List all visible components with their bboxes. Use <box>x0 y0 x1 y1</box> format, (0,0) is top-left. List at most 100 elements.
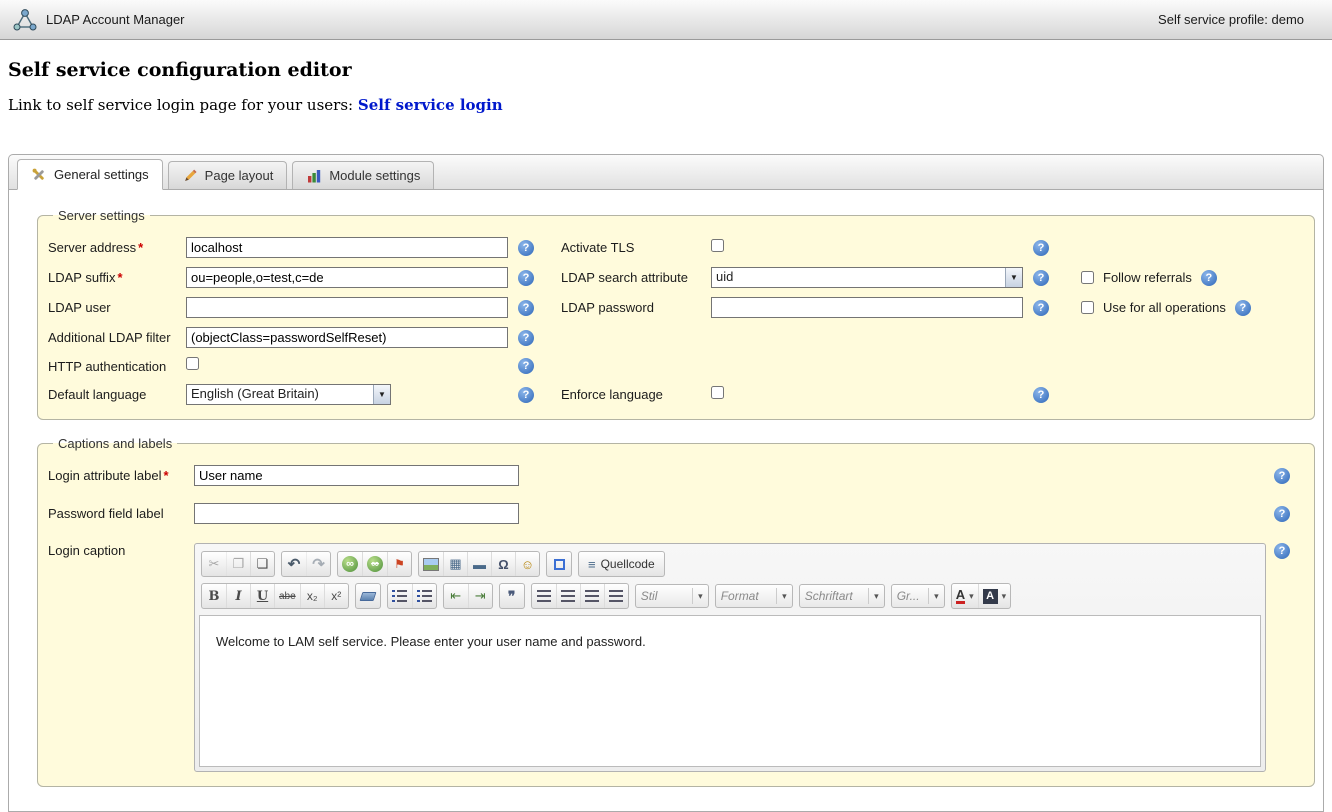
follow-referrals-help-icon[interactable]: ? <box>1201 270 1217 286</box>
text-color-button[interactable]: A▾ <box>952 583 978 609</box>
ldap-password-help-icon[interactable]: ? <box>1033 300 1049 316</box>
enforce-language-label: Enforce language <box>546 387 711 402</box>
special-character-icon[interactable]: Ω <box>491 551 515 577</box>
server-address-help-icon[interactable]: ? <box>518 240 534 256</box>
outdent-icon[interactable]: ⇤ <box>444 583 468 609</box>
insert-group: ▦ ▬ Ω ☺ <box>418 551 540 577</box>
bold-icon[interactable]: B <box>202 583 226 609</box>
chevron-down-icon: ▾ <box>776 588 787 604</box>
ldap-password-input[interactable] <box>711 297 1023 318</box>
follow-referrals-label: Follow referrals <box>1103 270 1192 285</box>
tab-page-layout[interactable]: Page layout <box>168 161 288 189</box>
font-size-select[interactable]: Gr...▾ <box>891 584 945 608</box>
copy-icon[interactable]: ❐ <box>226 551 250 577</box>
ldap-suffix-help-icon[interactable]: ? <box>518 270 534 286</box>
subscript-icon[interactable]: x₂ <box>300 583 324 609</box>
italic-icon[interactable]: I <box>226 583 250 609</box>
list-group <box>387 583 437 609</box>
clipboard-group: ✂ ❐ ❏ <box>201 551 275 577</box>
undo-icon[interactable]: ↶ <box>282 551 306 577</box>
align-right-icon[interactable] <box>580 583 604 609</box>
ldap-user-help-icon[interactable]: ? <box>518 300 534 316</box>
enforce-language-checkbox[interactable] <box>711 386 724 399</box>
image-icon[interactable] <box>419 551 443 577</box>
horizontal-line-icon[interactable]: ▬ <box>467 551 491 577</box>
use-for-all-operations-label: Use for all operations <box>1103 300 1226 315</box>
tools-icon <box>31 167 47 183</box>
blockquote-group: ❞ <box>499 583 525 609</box>
server-address-input[interactable] <box>186 237 508 258</box>
background-color-button[interactable]: A▾ <box>978 583 1011 609</box>
tab-strip: General settings Page layout <box>8 154 1324 189</box>
ldap-search-attribute-help-icon[interactable]: ? <box>1033 270 1049 286</box>
ldap-user-input[interactable] <box>186 297 508 318</box>
unlink-icon[interactable]: ∞ <box>362 551 387 577</box>
superscript-icon[interactable]: x² <box>324 583 348 609</box>
source-code-button[interactable]: ≡ Quellcode <box>579 551 664 577</box>
default-language-select[interactable]: English (Great Britain) ▼ <box>186 384 391 405</box>
align-left-icon[interactable] <box>532 583 556 609</box>
strikethrough-icon[interactable]: abe <box>274 583 300 609</box>
maximize-icon[interactable] <box>547 551 571 577</box>
http-authentication-checkbox[interactable] <box>186 357 199 370</box>
paste-icon[interactable]: ❏ <box>250 551 274 577</box>
underline-icon[interactable]: U <box>250 583 274 609</box>
style-select[interactable]: Stil▾ <box>635 584 709 608</box>
indent-icon[interactable]: ⇥ <box>468 583 492 609</box>
tab-panel-general-settings: Server settings Server address* ? Activa… <box>8 189 1324 812</box>
modules-icon <box>306 168 322 184</box>
format-select[interactable]: Format▾ <box>715 584 793 608</box>
tab-label: Page layout <box>205 168 274 183</box>
default-language-help-icon[interactable]: ? <box>518 387 534 403</box>
required-marker: * <box>138 240 143 255</box>
bulleted-list-icon[interactable] <box>412 583 436 609</box>
select-arrow-icon: ▼ <box>1005 268 1022 287</box>
chevron-down-icon: ▾ <box>868 588 879 604</box>
anchor-icon[interactable]: ⚑ <box>387 551 411 577</box>
additional-ldap-filter-help-icon[interactable]: ? <box>518 330 534 346</box>
use-for-all-operations-checkbox[interactable] <box>1081 301 1094 314</box>
login-caption-editing-area[interactable]: Welcome to LAM self service. Please ente… <box>199 615 1261 767</box>
remove-format-icon[interactable] <box>356 583 380 609</box>
http-authentication-help-icon[interactable]: ? <box>518 358 534 374</box>
login-caption-text: Welcome to LAM self service. Please ente… <box>216 634 1244 649</box>
login-attribute-label-help-icon[interactable]: ? <box>1274 468 1290 484</box>
tab-label: Module settings <box>329 168 420 183</box>
chevron-down-icon: ▾ <box>969 591 974 602</box>
additional-ldap-filter-label: Additional LDAP filter <box>48 330 186 345</box>
tab-general-settings[interactable]: General settings <box>17 159 163 190</box>
activate-tls-help-icon[interactable]: ? <box>1033 240 1049 256</box>
self-service-login-link[interactable]: Self service login <box>358 96 503 114</box>
chevron-down-icon: ▾ <box>1002 591 1007 602</box>
login-attribute-label-input[interactable] <box>194 465 519 486</box>
enforce-language-help-icon[interactable]: ? <box>1033 387 1049 403</box>
ldap-search-attribute-label: LDAP search attribute <box>546 270 711 285</box>
password-field-label-input[interactable] <box>194 503 519 524</box>
self-service-profile-indicator: Self service profile: demo <box>1158 12 1304 27</box>
server-settings-legend: Server settings <box>53 208 150 223</box>
numbered-list-icon[interactable] <box>388 583 412 609</box>
password-field-label-help-icon[interactable]: ? <box>1274 506 1290 522</box>
ldap-password-label: LDAP password <box>546 300 711 315</box>
link-icon[interactable]: ∞ <box>338 551 362 577</box>
undo-group: ↶ ↷ <box>281 551 331 577</box>
table-icon[interactable]: ▦ <box>443 551 467 577</box>
smiley-icon[interactable]: ☺ <box>515 551 539 577</box>
login-caption-help-icon[interactable]: ? <box>1274 543 1290 559</box>
cut-icon[interactable]: ✂ <box>202 551 226 577</box>
redo-icon[interactable]: ↷ <box>306 551 330 577</box>
login-link-prefix: Link to self service login page for your… <box>8 96 353 114</box>
activate-tls-checkbox[interactable] <box>711 239 724 252</box>
blockquote-icon[interactable]: ❞ <box>500 583 524 609</box>
ldap-suffix-input[interactable] <box>186 267 508 288</box>
ldap-search-attribute-select[interactable]: uid ▼ <box>711 267 1023 288</box>
additional-ldap-filter-input[interactable] <box>186 327 508 348</box>
align-center-icon[interactable] <box>556 583 580 609</box>
pencil-icon <box>182 168 198 184</box>
tab-module-settings[interactable]: Module settings <box>292 161 434 189</box>
http-authentication-label: HTTP authentication <box>48 359 186 374</box>
follow-referrals-checkbox[interactable] <box>1081 271 1094 284</box>
use-for-all-operations-help-icon[interactable]: ? <box>1235 300 1251 316</box>
font-select[interactable]: Schriftart▾ <box>799 584 885 608</box>
align-justify-icon[interactable] <box>604 583 628 609</box>
